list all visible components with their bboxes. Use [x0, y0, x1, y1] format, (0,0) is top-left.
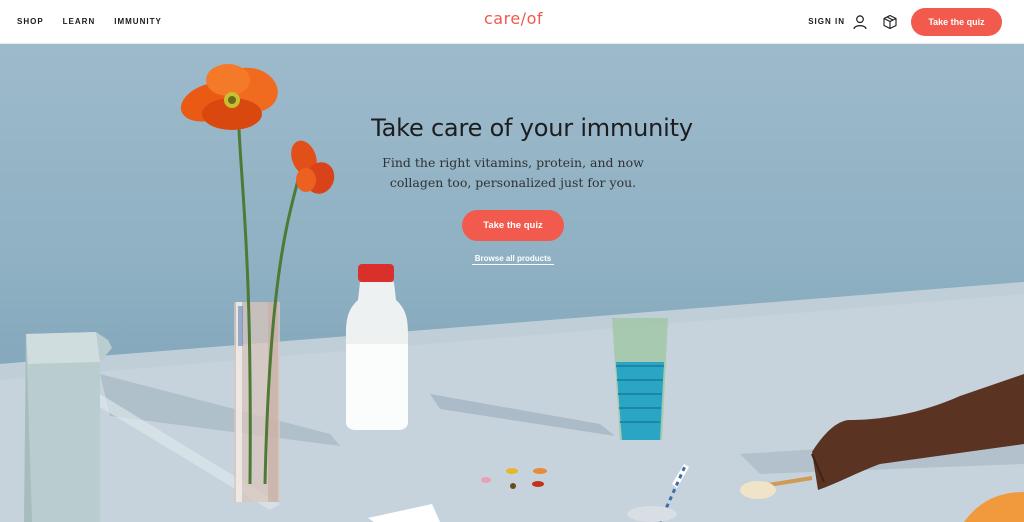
main-nav: SHOP LEARN IMMUNITY [17, 0, 162, 43]
box-icon[interactable] [881, 13, 899, 31]
user-icon[interactable] [851, 13, 869, 31]
hero-subtitle: Find the right vitamins, protein, and no… [382, 155, 644, 190]
browse-all-products-link[interactable]: Browse all products [472, 254, 554, 265]
hero-section: Take care of your immunity Find the righ… [0, 44, 1024, 522]
sign-in-link[interactable]: SIGN IN [808, 17, 845, 26]
header-actions: SIGN IN Take the quiz [808, 0, 1002, 43]
nav-learn[interactable]: LEARN [63, 17, 96, 26]
take-quiz-button-header[interactable]: Take the quiz [911, 7, 1002, 36]
brand-logo[interactable]: care/of [484, 9, 543, 28]
site-header: SHOP LEARN IMMUNITY care/of SIGN IN Take… [0, 0, 1024, 44]
take-quiz-button-hero[interactable]: Take the quiz [462, 210, 564, 241]
hero-title: Take care of your immunity [371, 114, 693, 142]
nav-shop[interactable]: SHOP [17, 17, 44, 26]
nav-immunity[interactable]: IMMUNITY [114, 17, 162, 26]
